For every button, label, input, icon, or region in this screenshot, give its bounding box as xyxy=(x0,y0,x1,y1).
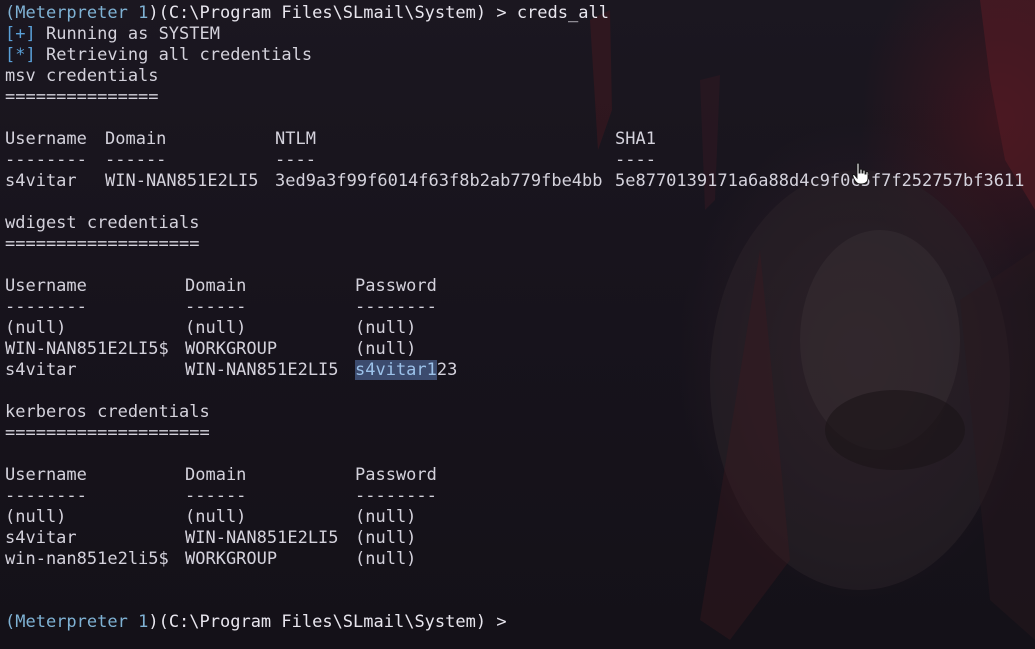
status-running: [+] Running as SYSTEM xyxy=(5,24,609,45)
column-header: NTLM xyxy=(275,129,316,149)
column-divider: ---- xyxy=(275,150,316,170)
status-running-text: Running as SYSTEM xyxy=(35,24,220,44)
prompt-command: creds_all xyxy=(516,3,609,23)
username-cell: s4vitar xyxy=(5,171,77,191)
table-row: (null) (null) (null) xyxy=(5,318,609,339)
column-divider: -------- xyxy=(5,297,87,317)
table-row: s4vitar WIN-NAN851E2LI5 3ed9a3f99f6014f6… xyxy=(5,171,1024,192)
sha1-hash-cell: 5e8770139171a6a88d4c9f0c5f7f252757bf3611 xyxy=(615,171,1025,191)
status-retrieving-text: Retrieving all credentials xyxy=(35,45,313,65)
username-cell: WIN-NAN851E2LI5$ xyxy=(5,339,169,359)
wdigest-title: wdigest credentials xyxy=(5,213,200,233)
column-divider: ------ xyxy=(105,150,167,170)
table-row: (null) (null) (null) xyxy=(5,507,609,528)
column-header: Username xyxy=(5,465,87,485)
username-cell: s4vitar xyxy=(5,528,77,548)
column-header: Username xyxy=(5,129,87,149)
prompt-open-paren: ( xyxy=(5,3,16,23)
password-cell: (null) xyxy=(355,339,417,359)
command-input-line[interactable]: (Meterpreter 1)(C:\Program Files\SLmail\… xyxy=(5,612,609,633)
prompt-session-id: 1 xyxy=(138,3,149,23)
column-divider: -------- xyxy=(355,486,437,506)
domain-cell: WIN-NAN851E2LI5 xyxy=(185,528,339,548)
username-cell: (null) xyxy=(5,318,67,338)
prompt-session-name: Meterpreter xyxy=(15,612,128,632)
status-marker-open: [ xyxy=(5,45,16,65)
column-divider: ------ xyxy=(185,297,247,317)
password-cell: (null) xyxy=(355,507,417,527)
prompt-session-space xyxy=(128,3,138,23)
column-header: Domain xyxy=(105,129,167,149)
wdigest-header-row: Username Domain Password xyxy=(5,276,609,297)
status-marker-star: * xyxy=(15,45,26,65)
status-marker-close: ] xyxy=(25,24,36,44)
text-selection[interactable]: s4vitar1 xyxy=(355,360,437,380)
column-divider: -------- xyxy=(5,486,87,506)
table-row: s4vitar WIN-NAN851E2LI5 (null) xyxy=(5,528,609,549)
prompt-line: (Meterpreter 1)(C:\Program Files\SLmail\… xyxy=(5,3,609,24)
password-cell-rest: 23 xyxy=(436,360,458,380)
column-divider: -------- xyxy=(5,150,87,170)
status-marker-open: [ xyxy=(5,24,16,44)
msv-title: msv credentials xyxy=(5,66,159,86)
password-cell: (null) xyxy=(355,318,417,338)
msv-dash-row: -------- ------ ---- ---- xyxy=(5,150,656,171)
kerberos-dash-row: -------- ------ -------- xyxy=(5,486,609,507)
column-header: Password xyxy=(355,465,437,485)
prompt-path: )(C:\Program Files\SLmail\System) > xyxy=(148,3,517,23)
msv-header-row: Username Domain NTLM SHA1 xyxy=(5,129,656,150)
table-row: win-nan851e2li5$ WORKGROUP (null) xyxy=(5,549,609,570)
domain-cell: (null) xyxy=(185,507,247,527)
table-row: s4vitar WIN-NAN851E2LI5 s4vitar123 xyxy=(5,360,609,381)
ntlm-hash-cell: 3ed9a3f99f6014f63f8b2ab779fbe4bb xyxy=(275,171,603,191)
domain-cell: WORKGROUP xyxy=(185,339,278,359)
hand-pointer-icon xyxy=(852,162,869,185)
prompt-session-space xyxy=(128,612,138,632)
domain-cell: WORKGROUP xyxy=(185,549,278,569)
username-cell: (null) xyxy=(5,507,67,527)
username-cell: s4vitar xyxy=(5,360,77,380)
password-cell[interactable]: s4vitar123 xyxy=(355,360,457,381)
prompt-session-id: 1 xyxy=(138,612,149,632)
column-header: Username xyxy=(5,276,87,296)
prompt-path: )(C:\Program Files\SLmail\System) > xyxy=(148,612,517,632)
domain-cell: WIN-NAN851E2LI5 xyxy=(105,171,259,191)
prompt-session-name: Meterpreter xyxy=(15,3,128,23)
column-header: Domain xyxy=(185,276,247,296)
column-divider: -------- xyxy=(355,297,437,317)
column-header: SHA1 xyxy=(615,129,656,149)
prompt-open-paren: ( xyxy=(5,612,16,632)
status-retrieving: [*] Retrieving all credentials xyxy=(5,45,609,66)
wdigest-dash-row: -------- ------ -------- xyxy=(5,297,609,318)
column-header: Domain xyxy=(185,465,247,485)
wdigest-underline: =================== xyxy=(5,234,200,254)
password-cell: (null) xyxy=(355,528,417,548)
username-cell: win-nan851e2li5$ xyxy=(5,549,169,569)
terminal-window[interactable]: (Meterpreter 1)(C:\Program Files\SLmail\… xyxy=(0,0,1035,649)
domain-cell: (null) xyxy=(185,318,247,338)
kerberos-header-row: Username Domain Password xyxy=(5,465,609,486)
column-divider: ------ xyxy=(185,486,247,506)
domain-cell: WIN-NAN851E2LI5 xyxy=(185,360,339,380)
status-marker-close: ] xyxy=(25,45,36,65)
column-header: Password xyxy=(355,276,437,296)
table-row: WIN-NAN851E2LI5$ WORKGROUP (null) xyxy=(5,339,609,360)
column-divider: ---- xyxy=(615,150,656,170)
kerberos-underline: ==================== xyxy=(5,423,210,443)
terminal-output: (Meterpreter 1)(C:\Program Files\SLmail\… xyxy=(5,3,1024,633)
password-cell: (null) xyxy=(355,549,417,569)
status-marker-plus: + xyxy=(15,24,26,44)
kerberos-title: kerberos credentials xyxy=(5,402,210,422)
msv-underline: =============== xyxy=(5,87,159,107)
